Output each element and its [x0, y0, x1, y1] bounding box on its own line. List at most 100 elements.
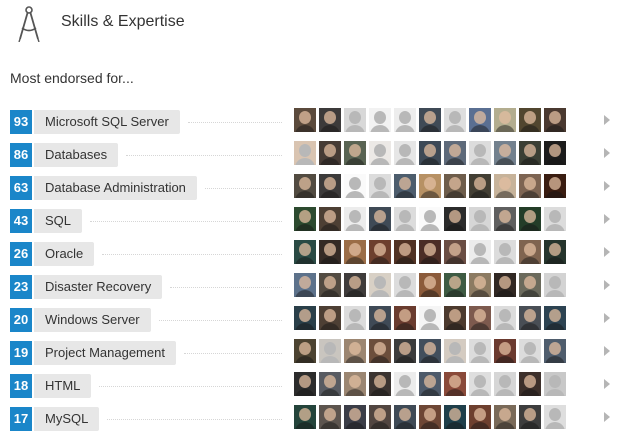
- skill-name-link[interactable]: Disaster Recovery: [34, 275, 163, 299]
- endorser-avatar[interactable]: [319, 108, 341, 132]
- endorser-avatar[interactable]: [394, 207, 416, 231]
- endorser-avatar[interactable]: [294, 141, 316, 165]
- endorser-avatar[interactable]: [394, 306, 416, 330]
- endorser-avatar[interactable]: [544, 141, 566, 165]
- endorser-avatar[interactable]: [469, 372, 491, 396]
- endorser-avatar[interactable]: [369, 207, 391, 231]
- endorser-avatar[interactable]: [544, 405, 566, 429]
- endorser-avatar[interactable]: [444, 108, 466, 132]
- endorser-avatar[interactable]: [444, 240, 466, 264]
- endorser-avatar[interactable]: [444, 273, 466, 297]
- endorser-avatar[interactable]: [344, 207, 366, 231]
- endorser-avatar[interactable]: [494, 306, 516, 330]
- endorser-avatar[interactable]: [494, 372, 516, 396]
- endorser-avatar[interactable]: [419, 273, 441, 297]
- endorser-avatar[interactable]: [444, 174, 466, 198]
- endorser-avatar[interactable]: [294, 306, 316, 330]
- endorser-avatar[interactable]: [294, 372, 316, 396]
- endorser-avatar[interactable]: [344, 240, 366, 264]
- endorser-avatar[interactable]: [294, 174, 316, 198]
- endorser-avatar[interactable]: [419, 207, 441, 231]
- endorser-avatar[interactable]: [344, 306, 366, 330]
- endorser-avatar[interactable]: [469, 141, 491, 165]
- expand-arrow-icon[interactable]: [604, 280, 610, 290]
- endorser-avatar[interactable]: [544, 273, 566, 297]
- endorser-avatar[interactable]: [344, 174, 366, 198]
- endorser-avatar[interactable]: [419, 339, 441, 363]
- endorser-avatar[interactable]: [519, 273, 541, 297]
- endorser-avatar[interactable]: [319, 273, 341, 297]
- endorser-avatar[interactable]: [294, 273, 316, 297]
- endorser-avatar[interactable]: [294, 405, 316, 429]
- endorser-avatar[interactable]: [369, 273, 391, 297]
- endorsement-count-badge[interactable]: 86: [10, 143, 32, 167]
- endorser-avatar[interactable]: [519, 174, 541, 198]
- endorser-avatar[interactable]: [494, 207, 516, 231]
- endorser-avatar[interactable]: [319, 339, 341, 363]
- endorser-avatar[interactable]: [544, 372, 566, 396]
- skill-name-link[interactable]: Databases: [34, 143, 119, 167]
- endorser-avatar[interactable]: [419, 405, 441, 429]
- endorser-avatar[interactable]: [394, 174, 416, 198]
- endorser-avatar[interactable]: [319, 240, 341, 264]
- expand-arrow-icon[interactable]: [604, 346, 610, 356]
- endorser-avatar[interactable]: [294, 240, 316, 264]
- endorser-avatar[interactable]: [519, 108, 541, 132]
- endorser-avatar[interactable]: [394, 240, 416, 264]
- endorser-avatar[interactable]: [344, 141, 366, 165]
- endorser-avatar[interactable]: [344, 405, 366, 429]
- endorser-avatar[interactable]: [319, 141, 341, 165]
- endorser-avatar[interactable]: [294, 108, 316, 132]
- endorser-avatar[interactable]: [444, 339, 466, 363]
- endorser-avatar[interactable]: [369, 108, 391, 132]
- endorser-avatar[interactable]: [444, 372, 466, 396]
- endorser-avatar[interactable]: [319, 405, 341, 429]
- skill-name-link[interactable]: SQL: [34, 209, 83, 233]
- skill-name-link[interactable]: Database Administration: [34, 176, 197, 200]
- endorser-avatar[interactable]: [519, 339, 541, 363]
- endorser-avatar[interactable]: [494, 405, 516, 429]
- endorser-avatar[interactable]: [419, 108, 441, 132]
- endorser-avatar[interactable]: [394, 273, 416, 297]
- endorser-avatar[interactable]: [519, 306, 541, 330]
- endorser-avatar[interactable]: [469, 174, 491, 198]
- expand-arrow-icon[interactable]: [604, 115, 610, 125]
- endorser-avatar[interactable]: [319, 207, 341, 231]
- skill-name-link[interactable]: Windows Server: [34, 308, 151, 332]
- endorsement-count-badge[interactable]: 63: [10, 176, 32, 200]
- endorser-avatar[interactable]: [494, 108, 516, 132]
- endorser-avatar[interactable]: [294, 207, 316, 231]
- endorser-avatar[interactable]: [319, 306, 341, 330]
- skill-name-link[interactable]: Project Management: [34, 341, 176, 365]
- endorsement-count-badge[interactable]: 17: [10, 407, 32, 431]
- endorser-avatar[interactable]: [444, 306, 466, 330]
- endorser-avatar[interactable]: [294, 339, 316, 363]
- expand-arrow-icon[interactable]: [604, 148, 610, 158]
- endorsement-count-badge[interactable]: 26: [10, 242, 32, 266]
- endorser-avatar[interactable]: [419, 141, 441, 165]
- expand-arrow-icon[interactable]: [604, 379, 610, 389]
- skill-name-link[interactable]: Oracle: [34, 242, 95, 266]
- endorser-avatar[interactable]: [494, 273, 516, 297]
- endorser-avatar[interactable]: [369, 306, 391, 330]
- endorser-avatar[interactable]: [369, 339, 391, 363]
- endorser-avatar[interactable]: [519, 240, 541, 264]
- endorser-avatar[interactable]: [394, 405, 416, 429]
- endorser-avatar[interactable]: [544, 240, 566, 264]
- endorser-avatar[interactable]: [444, 405, 466, 429]
- endorser-avatar[interactable]: [494, 141, 516, 165]
- endorser-avatar[interactable]: [519, 372, 541, 396]
- endorser-avatar[interactable]: [469, 405, 491, 429]
- endorser-avatar[interactable]: [319, 372, 341, 396]
- endorser-avatar[interactable]: [494, 240, 516, 264]
- endorsement-count-badge[interactable]: 93: [10, 110, 32, 134]
- endorser-avatar[interactable]: [344, 372, 366, 396]
- endorser-avatar[interactable]: [369, 405, 391, 429]
- endorser-avatar[interactable]: [544, 306, 566, 330]
- endorser-avatar[interactable]: [369, 174, 391, 198]
- endorser-avatar[interactable]: [469, 339, 491, 363]
- endorser-avatar[interactable]: [544, 207, 566, 231]
- endorser-avatar[interactable]: [469, 240, 491, 264]
- skill-name-link[interactable]: MySQL: [34, 407, 100, 431]
- endorser-avatar[interactable]: [394, 141, 416, 165]
